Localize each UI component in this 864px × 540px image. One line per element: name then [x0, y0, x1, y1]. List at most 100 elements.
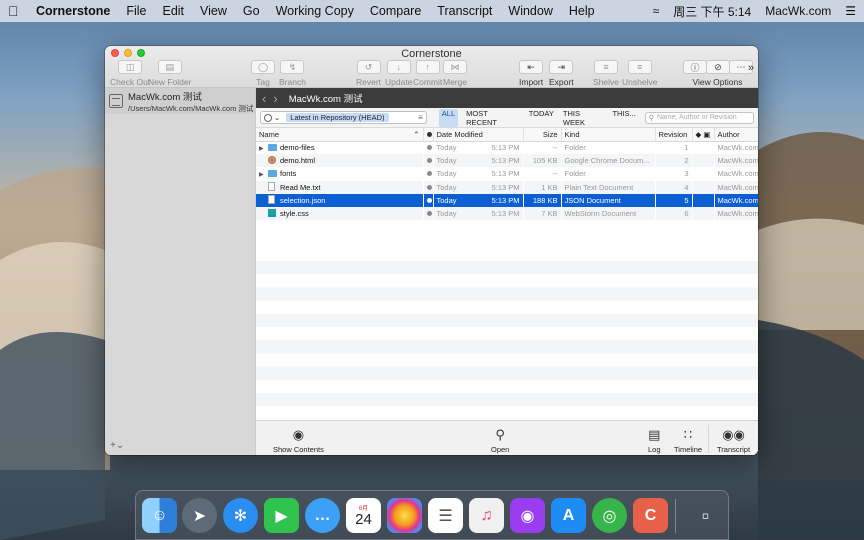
new-folder-button[interactable]: ▤ New Folder — [148, 60, 191, 87]
clock[interactable]: 周三 下午 5:14 — [673, 3, 751, 20]
show-contents-button[interactable]: ◉ Show Contents — [273, 427, 324, 454]
ignore-icon[interactable]: ⊘ — [706, 60, 730, 74]
filter-this-more[interactable]: THIS... — [612, 109, 635, 127]
branch-button[interactable]: ↯ Branch — [279, 60, 306, 87]
finder-icon[interactable]: ☺ — [142, 498, 177, 533]
disclosure-triangle-icon[interactable]: ▶ — [259, 145, 268, 152]
table-row[interactable]: style.css Today 5:13 PM 7 KB WebStorm Docume… — [256, 206, 758, 221]
cell-flags — [692, 206, 714, 221]
menu-transcript[interactable]: Transcript — [437, 4, 492, 18]
table-row[interactable]: Read Me.txt Today 5:13 PM 1 KB Plain Text Do… — [256, 180, 758, 194]
menu-compare[interactable]: Compare — [370, 4, 421, 18]
menu-help[interactable]: Help — [569, 4, 595, 18]
reminders-icon[interactable]: ☰ — [428, 498, 463, 533]
filter-this-week[interactable]: THIS WEEK — [563, 109, 604, 127]
list-icon: ≡ — [418, 113, 423, 122]
log-button[interactable]: ▤ Log — [648, 427, 661, 454]
sidebar: MacWk.com 测试 /Users/MacWk.com/MacWk.com … — [105, 88, 256, 455]
column-revision[interactable]: Revision — [655, 128, 693, 142]
dock: ☺ ➤ ✻ ▶ … 6月 24 ☰ ♫ ◉ A ◎ C ▫ — [135, 490, 729, 540]
cell-size: 188 KB — [523, 193, 561, 207]
safari-icon[interactable]: ✻ — [223, 498, 258, 533]
date-day: Today — [436, 143, 457, 153]
menu-app-name[interactable]: Cornerstone — [36, 4, 110, 18]
column-name[interactable]: Name ⌃ — [256, 128, 424, 142]
chevron-down-icon: ⌄ — [274, 113, 281, 122]
cell-name: demo.html — [256, 154, 423, 168]
column-size[interactable]: Size — [523, 128, 562, 142]
breadcrumb[interactable]: MacWk.com 测试 — [289, 91, 363, 105]
launchpad-icon[interactable]: ➤ — [182, 498, 217, 533]
lock-icon: ▣ — [703, 129, 711, 139]
commit-button[interactable]: ↑ Commit — [413, 60, 442, 87]
open-button[interactable]: ⚲ Open — [491, 427, 509, 454]
facetime-icon[interactable]: ▶ — [264, 498, 299, 533]
menu-file[interactable]: File — [126, 4, 146, 18]
check-out-button[interactable]: ◫ Check Out — [110, 60, 150, 87]
info-icon[interactable]: ⓘ — [683, 60, 707, 74]
photos-icon[interactable] — [387, 498, 422, 533]
user-name[interactable]: MacWk.com — [765, 4, 831, 18]
sidebar-item-repository[interactable]: MacWk.com 测试 /Users/MacWk.com/MacWk.com … — [105, 88, 255, 114]
back-button[interactable]: ‹ — [262, 91, 266, 106]
filter-most-recent[interactable]: MOST RECENT — [466, 109, 520, 127]
column-flags[interactable]: ◆ ▣ — [692, 128, 715, 142]
cell-status — [423, 180, 433, 194]
calendar-icon[interactable]: 6月 24 — [346, 498, 381, 533]
transcript-button[interactable]: ◉◉ Transcript — [717, 427, 750, 454]
repository-name: MacWk.com 测试 — [128, 91, 202, 103]
disclosure-triangle-icon[interactable]: ▶ — [259, 171, 268, 178]
webstorm-icon — [268, 209, 276, 218]
find-my-icon[interactable]: ◎ — [592, 498, 627, 533]
toolbar-overflow-icon[interactable]: » — [748, 62, 754, 74]
transcript-label: Transcript — [717, 445, 751, 454]
app-store-icon[interactable]: A — [551, 498, 586, 533]
repository-text: MacWk.com 测试 /Users/MacWk.com/MacWk.com … — [128, 89, 253, 114]
update-button[interactable]: ↓ Update — [385, 60, 412, 87]
cell-date: Today 5:13 PM — [433, 193, 523, 207]
cell-author: MacWk.com — [714, 180, 758, 194]
cell-revision: 2 — [655, 154, 692, 168]
export-button[interactable]: ⇥ Export — [549, 60, 574, 87]
table-row[interactable]: demo.html Today 5:13 PM 105 KB Google Chrome… — [256, 154, 758, 168]
import-button[interactable]: ⇤ Import — [519, 60, 543, 87]
unshelve-button[interactable]: ≡ Unshelve — [622, 60, 657, 87]
tag-button[interactable]: ◯ Tag — [251, 60, 275, 87]
search-field[interactable]: ⚲ Name, Author or Revision — [644, 111, 754, 124]
table-row[interactable]: selection.json Today 5:13 PM 188 KB JSON Doc… — [256, 193, 758, 207]
cornerstone-dock-icon[interactable]: C — [633, 498, 668, 533]
column-name-label: Name — [259, 129, 280, 139]
shelve-button[interactable]: ≡ Shelve — [593, 60, 619, 87]
column-status[interactable] — [423, 128, 434, 142]
column-kind[interactable]: Kind — [561, 128, 656, 142]
menu-go[interactable]: Go — [243, 4, 260, 18]
messages-icon[interactable]: … — [305, 498, 340, 533]
filter-today[interactable]: TODAY — [529, 109, 554, 127]
scope-selector[interactable]: ⌄ Latest in Repository (HEAD) ≡ — [260, 111, 427, 124]
control-center-icon[interactable]: ☰ — [845, 4, 856, 18]
column-author[interactable]: Author — [714, 128, 758, 142]
add-repository-button[interactable]: +⌄ — [110, 440, 124, 451]
timeline-button[interactable]: ∷ Timeline — [674, 427, 702, 454]
doc-icon — [268, 195, 275, 205]
merge-button[interactable]: ⋈ Merge — [443, 60, 467, 87]
table-row[interactable]: ▶ fonts Today 5:13 PM -- Folder 3 MacWk.com — [256, 167, 758, 180]
window-title: Cornerstone — [401, 48, 462, 60]
status-dot-icon — [426, 197, 432, 203]
forward-button[interactable]: › — [273, 91, 277, 106]
revert-button[interactable]: ↺ Revert — [356, 60, 381, 87]
music-icon[interactable]: ♫ — [469, 498, 504, 533]
menu-bar:  Cornerstone File Edit View Go Working … — [0, 0, 864, 22]
menu-view[interactable]: View — [200, 4, 227, 18]
merge-label: Merge — [443, 77, 468, 87]
table-row[interactable]: ▶ demo-files Today 5:13 PM -- Folder 1 MacWk.co… — [256, 141, 758, 154]
filter-all[interactable]: ALL — [438, 108, 459, 127]
wifi-icon[interactable]: ≈ — [653, 4, 660, 18]
column-date-modified[interactable]: Date Modified — [433, 128, 524, 142]
menu-window[interactable]: Window — [508, 4, 552, 18]
menu-working-copy[interactable]: Working Copy — [276, 4, 354, 18]
apple-icon[interactable]:  — [8, 3, 22, 19]
podcasts-icon[interactable]: ◉ — [510, 498, 545, 533]
menu-edit[interactable]: Edit — [162, 4, 184, 18]
trash-icon[interactable]: ▫ — [688, 498, 723, 533]
